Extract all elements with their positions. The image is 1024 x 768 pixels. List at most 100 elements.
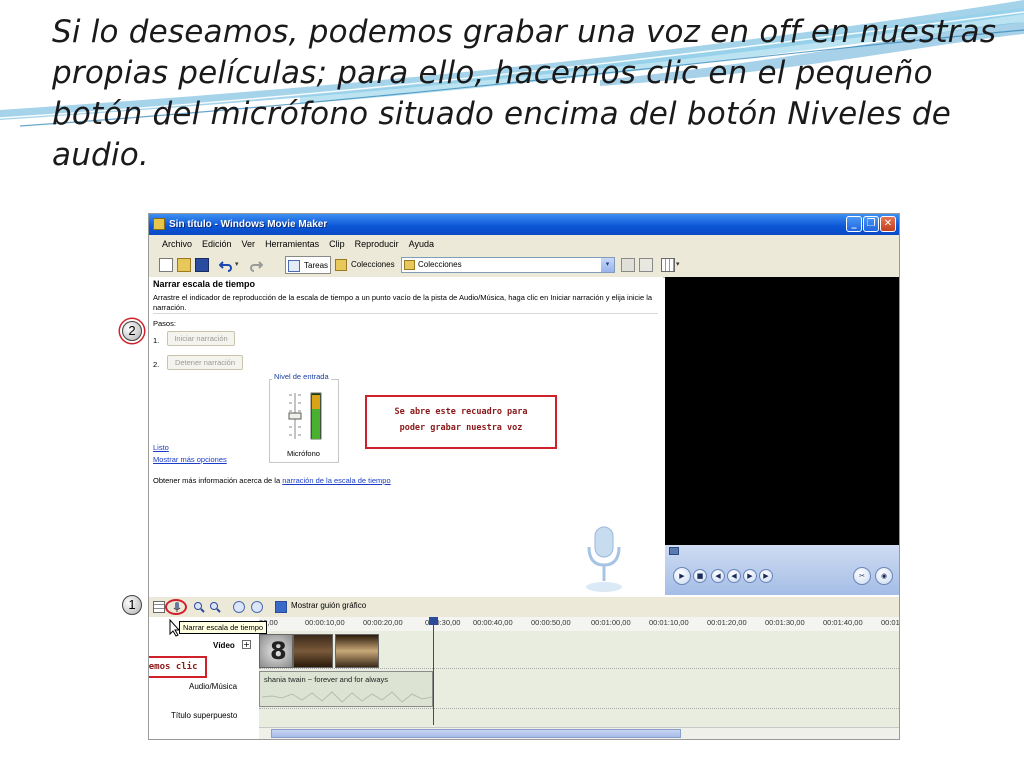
- menu-edicion[interactable]: Edición: [197, 235, 237, 253]
- undo-icon[interactable]: [219, 258, 233, 272]
- ruler-tick: 00:00:40,00: [473, 618, 513, 627]
- new-folder-icon[interactable]: [639, 258, 653, 272]
- timeline-track-labels: Vídeo + Audio/Música Título superpuesto: [149, 631, 259, 739]
- views-icon[interactable]: [661, 258, 675, 272]
- forward-button[interactable]: ▶: [743, 569, 757, 583]
- close-button[interactable]: ✕: [880, 216, 896, 232]
- collections-dropdown-value: Colecciones: [418, 260, 462, 269]
- click-here-annotation: Hacemos clic: [149, 656, 207, 678]
- ruler-tick: 00:01: [881, 618, 900, 627]
- split-clip-button[interactable]: ✂: [853, 567, 871, 585]
- window-titlebar: Sin título - Windows Movie Maker _ ❐ ✕: [149, 214, 899, 235]
- callout-box: Se abre este recuadro para poder grabar …: [365, 395, 557, 449]
- audio-clip-name: shania twain ~ forever and for always: [264, 675, 389, 684]
- main-toolbar: ▾ Tareas Colecciones Colecciones ▾ ▾: [149, 253, 899, 278]
- movie-maker-window: Sin título - Windows Movie Maker _ ❐ ✕ A…: [148, 213, 900, 740]
- countdown-number: 8: [270, 637, 287, 665]
- stop-narration-button[interactable]: Detener narración: [167, 355, 243, 370]
- video-track[interactable]: 8: [259, 631, 899, 669]
- narration-info-link[interactable]: narración de la escala de tiempo: [282, 476, 390, 485]
- take-picture-button[interactable]: ◉: [875, 567, 893, 585]
- open-folder-icon[interactable]: [177, 258, 191, 272]
- tasks-button[interactable]: Tareas: [285, 256, 331, 274]
- mouse-cursor-icon: [169, 619, 181, 637]
- steps-label: Pasos:: [153, 319, 176, 328]
- ruler-tick: 00:00:20,00: [363, 618, 403, 627]
- ruler-tick: 00:01:10,00: [649, 618, 689, 627]
- narrate-tooltip: Narrar escala de tiempo: [179, 621, 268, 634]
- next-frame-button[interactable]: ▶: [759, 569, 773, 583]
- slide-text: Si lo deseamos, podemos grabar una voz e…: [52, 14, 997, 173]
- audio-music-track[interactable]: shania twain ~ forever and for always: [259, 669, 899, 709]
- combo-folder-icon: [404, 260, 415, 270]
- chevron-down-icon[interactable]: ▾: [601, 258, 614, 272]
- menu-bar: Archivo Edición Ver Herramientas Clip Reprodu…: [149, 235, 899, 253]
- scrollbar-thumb[interactable]: [271, 729, 681, 738]
- title-overlay-track[interactable]: [259, 709, 899, 729]
- ruler-tick: 00:01:30,00: [765, 618, 805, 627]
- input-level-title: Nivel de entrada: [272, 372, 331, 381]
- menu-ver[interactable]: Ver: [237, 235, 261, 253]
- up-folder-icon[interactable]: [621, 258, 635, 272]
- undo-dropdown-arrow[interactable]: ▾: [235, 260, 239, 268]
- play-timeline-icon[interactable]: [251, 601, 263, 613]
- redo-icon[interactable]: [249, 258, 263, 272]
- new-project-icon[interactable]: [159, 258, 173, 272]
- callout-line-2: poder grabar nuestra voz: [399, 423, 523, 433]
- fullscreen-icon[interactable]: [669, 547, 679, 555]
- video-track-label: Vídeo: [213, 641, 235, 650]
- zoom-in-icon[interactable]: [193, 601, 205, 613]
- input-level-slider[interactable]: [283, 389, 329, 445]
- expand-video-track-button[interactable]: +: [242, 640, 251, 649]
- minimize-button[interactable]: _: [846, 216, 862, 232]
- ruler-tick: 00:00:50,00: [531, 618, 571, 627]
- step2-number: 2.: [153, 360, 160, 369]
- video-clip-thumbnail[interactable]: [335, 634, 379, 668]
- save-icon[interactable]: [195, 258, 209, 272]
- collections-dropdown[interactable]: Colecciones ▾: [401, 257, 615, 273]
- storyboard-icon[interactable]: [275, 601, 287, 613]
- start-narration-button[interactable]: Iniciar narración: [167, 331, 235, 346]
- rewind-timeline-icon[interactable]: [233, 601, 245, 613]
- window-title: Sin título - Windows Movie Maker: [169, 219, 328, 230]
- collections-label: Colecciones: [351, 260, 395, 269]
- title-overlay-track-label: Título superpuesto: [171, 711, 238, 720]
- menu-archivo[interactable]: Archivo: [157, 235, 197, 253]
- step-1-badge: 1: [122, 595, 142, 615]
- collections-button[interactable]: Colecciones: [333, 256, 395, 274]
- menu-reproducir[interactable]: Reproducir: [350, 235, 404, 253]
- preview-monitor: ▶ ■ ◀ ◀ ▶ ▶ ✂ ◉: [665, 277, 899, 595]
- video-clip-thumbnail[interactable]: [293, 634, 333, 668]
- step-2-badge: 2: [122, 321, 142, 341]
- play-button[interactable]: ▶: [673, 567, 691, 585]
- ruler-tick: 00:01:40,00: [823, 618, 863, 627]
- playhead-indicator[interactable]: [433, 617, 434, 725]
- previous-frame-button[interactable]: ◀: [711, 569, 725, 583]
- done-link[interactable]: Listo: [153, 443, 169, 452]
- timeline-view-icon[interactable]: [153, 601, 165, 613]
- countdown-clip[interactable]: 8: [259, 634, 293, 668]
- narrate-timeline-pane: Narrar escala de tiempo Arrastre el indi…: [149, 277, 663, 595]
- audio-track-label: Audio/Música: [189, 682, 238, 691]
- pane-divider: [153, 313, 658, 314]
- callout-line-1: Se abre este recuadro para: [394, 407, 528, 417]
- microphone-watermark-icon: [586, 526, 622, 592]
- menu-clip[interactable]: Clip: [324, 235, 350, 253]
- views-dropdown-arrow[interactable]: ▾: [676, 260, 680, 268]
- tasks-icon: [288, 260, 300, 272]
- maximize-button[interactable]: ❐: [863, 216, 879, 232]
- menu-ayuda[interactable]: Ayuda: [404, 235, 439, 253]
- ruler-tick: 00:01:20,00: [707, 618, 747, 627]
- show-more-options-link[interactable]: Mostrar más opciones: [153, 455, 227, 464]
- audio-waveform: [262, 691, 432, 703]
- zoom-out-icon[interactable]: [209, 601, 221, 613]
- audio-clip[interactable]: shania twain ~ forever and for always: [259, 671, 433, 707]
- app-icon: [153, 218, 165, 230]
- pane-description: Arrastre el indicador de reproducción de…: [153, 293, 653, 312]
- timeline-scrollbar[interactable]: [259, 727, 899, 739]
- stop-button[interactable]: ■: [693, 569, 707, 583]
- microphone-highlight-ring: [165, 599, 187, 615]
- menu-herramientas[interactable]: Herramientas: [260, 235, 324, 253]
- rewind-button[interactable]: ◀: [727, 569, 741, 583]
- show-storyboard-button[interactable]: Mostrar guión gráfico: [291, 601, 366, 610]
